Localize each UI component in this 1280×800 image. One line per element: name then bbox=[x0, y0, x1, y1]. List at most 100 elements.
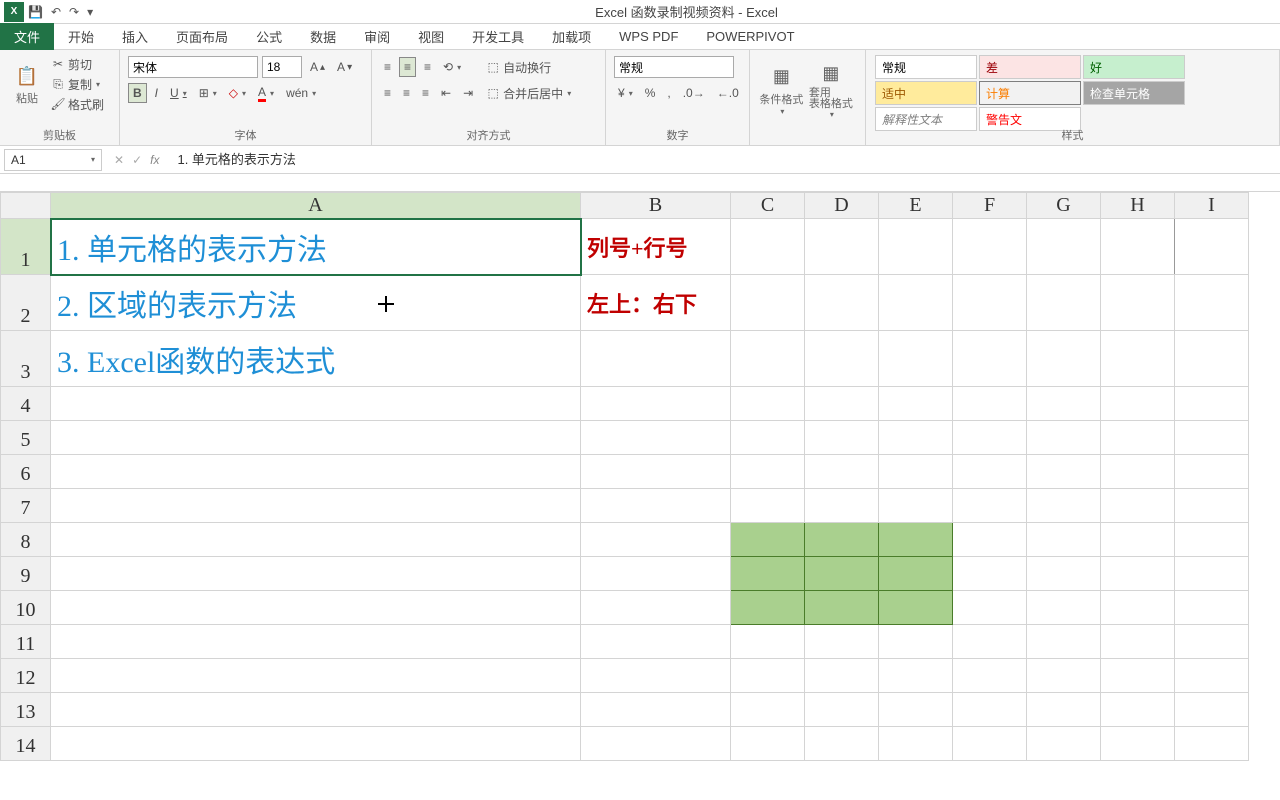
cell-H13[interactable] bbox=[1101, 693, 1175, 727]
cell-E11[interactable] bbox=[879, 625, 953, 659]
table-format-button[interactable]: ▦ 套用 表格格式 ▾ bbox=[805, 54, 857, 124]
cell-F12[interactable] bbox=[953, 659, 1027, 693]
cell-I7[interactable] bbox=[1175, 489, 1249, 523]
row-head-6[interactable]: 6 bbox=[1, 455, 51, 489]
tab-formulas[interactable]: 公式 bbox=[242, 23, 296, 50]
cell-D3[interactable] bbox=[805, 331, 879, 387]
row-head-4[interactable]: 4 bbox=[1, 387, 51, 421]
row-head-2[interactable]: 2 bbox=[1, 275, 51, 331]
cell-D10[interactable] bbox=[805, 591, 879, 625]
cell-I4[interactable] bbox=[1175, 387, 1249, 421]
cell-I5[interactable] bbox=[1175, 421, 1249, 455]
row-head-9[interactable]: 9 bbox=[1, 557, 51, 591]
cell-B14[interactable] bbox=[581, 727, 731, 761]
cell-F13[interactable] bbox=[953, 693, 1027, 727]
cell-G8[interactable] bbox=[1027, 523, 1101, 557]
cell-C3[interactable] bbox=[731, 331, 805, 387]
align-right-button[interactable]: ≡ bbox=[418, 83, 433, 103]
cell-E10[interactable] bbox=[879, 591, 953, 625]
cell-I12[interactable] bbox=[1175, 659, 1249, 693]
cell-I1[interactable] bbox=[1175, 219, 1249, 275]
cell-H1[interactable] bbox=[1101, 219, 1175, 275]
cell-D14[interactable] bbox=[805, 727, 879, 761]
tab-home[interactable]: 开始 bbox=[54, 23, 108, 50]
enter-icon[interactable]: ✓ bbox=[132, 153, 142, 167]
cell-D6[interactable] bbox=[805, 455, 879, 489]
style-normal[interactable]: 常规 bbox=[875, 55, 977, 79]
col-head-F[interactable]: F bbox=[953, 193, 1027, 219]
decrease-indent-button[interactable]: ⇤ bbox=[437, 83, 455, 103]
cell-H7[interactable] bbox=[1101, 489, 1175, 523]
col-head-E[interactable]: E bbox=[879, 193, 953, 219]
cell-A7[interactable] bbox=[51, 489, 581, 523]
cell-H3[interactable] bbox=[1101, 331, 1175, 387]
cell-B2[interactable]: 左上：右下 bbox=[581, 275, 731, 331]
cell-G4[interactable] bbox=[1027, 387, 1101, 421]
cell-C12[interactable] bbox=[731, 659, 805, 693]
cell-B8[interactable] bbox=[581, 523, 731, 557]
fill-color-button[interactable]: ◇▾ bbox=[225, 83, 250, 103]
cell-B6[interactable] bbox=[581, 455, 731, 489]
cell-D8[interactable] bbox=[805, 523, 879, 557]
cell-A6[interactable] bbox=[51, 455, 581, 489]
tab-file[interactable]: 文件 bbox=[0, 23, 54, 50]
font-color-button[interactable]: A▾ bbox=[254, 83, 278, 103]
format-painter-button[interactable]: 🖌格式刷 bbox=[46, 94, 108, 114]
cell-G7[interactable] bbox=[1027, 489, 1101, 523]
cell-G5[interactable] bbox=[1027, 421, 1101, 455]
row-head-5[interactable]: 5 bbox=[1, 421, 51, 455]
cell-A9[interactable] bbox=[51, 557, 581, 591]
align-top-button[interactable]: ≡ bbox=[380, 57, 395, 77]
name-box[interactable]: A1 ▾ bbox=[4, 149, 102, 171]
cut-button[interactable]: ✂剪切 bbox=[46, 54, 108, 74]
cell-F9[interactable] bbox=[953, 557, 1027, 591]
row-head-11[interactable]: 11 bbox=[1, 625, 51, 659]
style-calc[interactable]: 计算 bbox=[979, 81, 1081, 105]
cell-B1[interactable]: 列号+行号 bbox=[581, 219, 731, 275]
currency-button[interactable]: ¥▾ bbox=[614, 83, 637, 103]
cell-A5[interactable] bbox=[51, 421, 581, 455]
cell-H6[interactable] bbox=[1101, 455, 1175, 489]
cell-E1[interactable] bbox=[879, 219, 953, 275]
cell-A10[interactable] bbox=[51, 591, 581, 625]
align-middle-button[interactable]: ≡ bbox=[399, 57, 416, 77]
cell-B7[interactable] bbox=[581, 489, 731, 523]
col-head-D[interactable]: D bbox=[805, 193, 879, 219]
cell-B10[interactable] bbox=[581, 591, 731, 625]
style-check[interactable]: 检查单元格 bbox=[1083, 81, 1185, 105]
cell-F6[interactable] bbox=[953, 455, 1027, 489]
cell-G14[interactable] bbox=[1027, 727, 1101, 761]
row-head-10[interactable]: 10 bbox=[1, 591, 51, 625]
copy-button[interactable]: ⎘复制▾ bbox=[46, 74, 108, 94]
tab-view[interactable]: 视图 bbox=[404, 23, 458, 50]
font-size-select[interactable] bbox=[262, 56, 302, 78]
cell-E12[interactable] bbox=[879, 659, 953, 693]
tab-data[interactable]: 数据 bbox=[296, 23, 350, 50]
increase-indent-button[interactable]: ⇥ bbox=[459, 83, 477, 103]
cell-F2[interactable] bbox=[953, 275, 1027, 331]
row-head-3[interactable]: 3 bbox=[1, 331, 51, 387]
cell-E9[interactable] bbox=[879, 557, 953, 591]
cell-G9[interactable] bbox=[1027, 557, 1101, 591]
cell-D1[interactable] bbox=[805, 219, 879, 275]
cell-D11[interactable] bbox=[805, 625, 879, 659]
cell-G6[interactable] bbox=[1027, 455, 1101, 489]
cell-H8[interactable] bbox=[1101, 523, 1175, 557]
bold-button[interactable]: B bbox=[128, 83, 147, 103]
cell-H5[interactable] bbox=[1101, 421, 1175, 455]
cell-F5[interactable] bbox=[953, 421, 1027, 455]
cell-F8[interactable] bbox=[953, 523, 1027, 557]
col-head-H[interactable]: H bbox=[1101, 193, 1175, 219]
cell-C11[interactable] bbox=[731, 625, 805, 659]
row-head-12[interactable]: 12 bbox=[1, 659, 51, 693]
cell-F11[interactable] bbox=[953, 625, 1027, 659]
cell-E8[interactable] bbox=[879, 523, 953, 557]
cell-C13[interactable] bbox=[731, 693, 805, 727]
cell-A8[interactable] bbox=[51, 523, 581, 557]
cell-G1[interactable] bbox=[1027, 219, 1101, 275]
cell-G11[interactable] bbox=[1027, 625, 1101, 659]
orientation-button[interactable]: ⟲▾ bbox=[439, 57, 465, 77]
cell-A4[interactable] bbox=[51, 387, 581, 421]
row-head-8[interactable]: 8 bbox=[1, 523, 51, 557]
save-button[interactable]: 💾 bbox=[28, 5, 43, 19]
